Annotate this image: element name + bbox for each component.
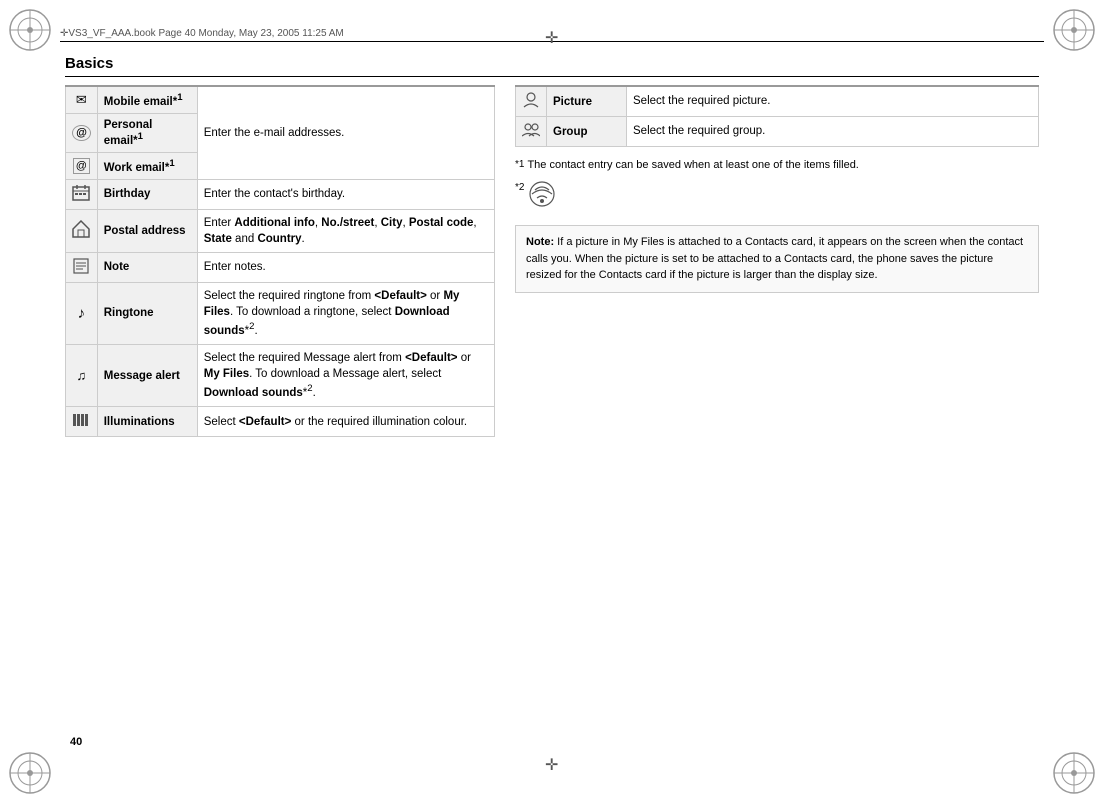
group-icon (516, 117, 547, 147)
footnote-1: *1 The contact entry can be saved when a… (515, 157, 1039, 174)
picture-icon (516, 86, 547, 117)
content-columns: ✉ Mobile email*1 Enter the e-mail addres… (65, 85, 1039, 437)
personal-email-icon: @ (66, 114, 98, 153)
note-box-text: If a picture in My Files is attached to … (526, 236, 1023, 281)
header-text: VS3_VF_AAA.book Page 40 Monday, May 23, … (68, 28, 343, 39)
email-desc: Enter the e-mail addresses. (197, 86, 494, 179)
footnote-2: *2 (515, 180, 1039, 214)
postal-address-label: Postal address (97, 209, 197, 252)
message-alert-icon: ♫ (66, 344, 98, 406)
footnote-1-text: The contact entry can be saved when at l… (527, 157, 858, 174)
main-content: Basics ✉ Mobile email*1 Enter the e-mail… (65, 55, 1039, 748)
illuminations-label: Illuminations (97, 407, 197, 437)
ringtone-icon: ♪ (66, 282, 98, 344)
crosshair-left: ✛ (60, 28, 68, 39)
table-row: Birthday Enter the contact's birthday. (66, 179, 495, 209)
left-table: ✉ Mobile email*1 Enter the e-mail addres… (65, 85, 495, 437)
ringtone-label: Ringtone (97, 282, 197, 344)
corner-decoration-tr (1049, 5, 1099, 55)
table-row: Group Select the required group. (516, 117, 1039, 147)
picture-desc: Select the required picture. (627, 86, 1039, 117)
personal-email-label: Personal email*1 (97, 114, 197, 153)
group-desc: Select the required group. (627, 117, 1039, 147)
right-table: Picture Select the required picture. Gro… (515, 85, 1039, 147)
picture-label: Picture (547, 86, 627, 117)
corner-decoration-br (1049, 748, 1099, 798)
illuminations-icon (66, 407, 98, 437)
work-email-icon: @ (66, 152, 98, 179)
note-icon (66, 252, 98, 282)
table-row: Illuminations Select <Default> or the re… (66, 407, 495, 437)
table-row: Postal address Enter Additional info, No… (66, 209, 495, 252)
footnotes: *1 The contact entry can be saved when a… (515, 157, 1039, 213)
ringtone-desc: Select the required ringtone from <Defau… (197, 282, 494, 344)
message-alert-label: Message alert (97, 344, 197, 406)
mobile-email-icon: ✉ (66, 86, 98, 114)
table-row: Note Enter notes. (66, 252, 495, 282)
illuminations-desc: Select <Default> or the required illumin… (197, 407, 494, 437)
table-row: Picture Select the required picture. (516, 86, 1039, 117)
table-row: ♪ Ringtone Select the required ringtone … (66, 282, 495, 344)
message-alert-desc: Select the required Message alert from <… (197, 344, 494, 406)
note-label: Note (97, 252, 197, 282)
postal-address-desc: Enter Additional info, No./street, City,… (197, 209, 494, 252)
footnote-star2: *2 (515, 180, 524, 195)
note-box: Note: If a picture in My Files is attach… (515, 225, 1039, 293)
birthday-icon (66, 179, 98, 209)
right-column: Picture Select the required picture. Gro… (515, 85, 1039, 437)
note-box-label: Note: (526, 236, 554, 248)
footnote-2-icon (527, 180, 557, 214)
table-row: ♫ Message alert Select the required Mess… (66, 344, 495, 406)
page-title: Basics (65, 55, 1039, 77)
corner-decoration-tl (5, 5, 55, 55)
left-column: ✉ Mobile email*1 Enter the e-mail addres… (65, 85, 495, 437)
birthday-label: Birthday (97, 179, 197, 209)
mobile-email-label: Mobile email*1 (97, 86, 197, 114)
note-desc: Enter notes. (197, 252, 494, 282)
crosshair-bottom-center: ✛ (545, 755, 558, 775)
postal-address-icon (66, 209, 98, 252)
crosshair-top-center: ✛ (545, 28, 558, 48)
corner-decoration-bl (5, 748, 55, 798)
footnote-star1: *1 (515, 157, 524, 172)
group-label: Group (547, 117, 627, 147)
work-email-label: Work email*1 (97, 152, 197, 179)
birthday-desc: Enter the contact's birthday. (197, 179, 494, 209)
table-row: ✉ Mobile email*1 Enter the e-mail addres… (66, 86, 495, 114)
